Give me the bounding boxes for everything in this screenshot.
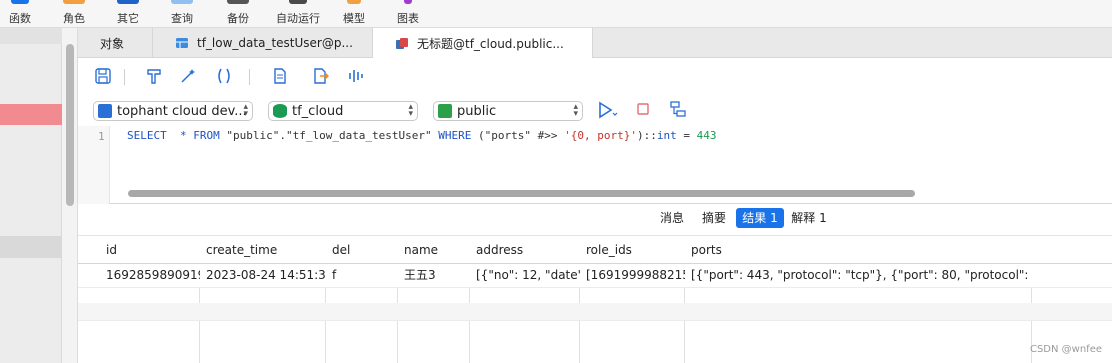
sidebar-scrollbar-thumb[interactable] (66, 44, 74, 206)
sql-identifier: "public"."tf_low_data_testUser" (226, 129, 439, 142)
empty-row (78, 303, 1112, 321)
column-header-create-time[interactable]: create_time (200, 236, 326, 265)
schema-select-value: public (457, 103, 497, 119)
chevron-updown-icon: ▴ ▾ (573, 102, 578, 119)
chart-icon (404, 0, 412, 4)
column-header-ports[interactable]: ports (685, 236, 1032, 265)
sql-string-literal: '{0, port}' (564, 129, 637, 142)
parentheses-icon[interactable] (214, 67, 234, 87)
schema-icon (438, 104, 452, 118)
editor-horizontal-scrollbar[interactable] (128, 190, 915, 197)
other-icon (117, 0, 139, 4)
function-icon (11, 0, 29, 4)
tab-result-1[interactable]: 结果 1 (736, 208, 784, 228)
toolbar-automation-button[interactable]: 自动运行 (270, 0, 326, 28)
table-icon (175, 36, 189, 50)
query-icon (395, 37, 409, 51)
toolbar-other-button[interactable]: 其它 (106, 0, 150, 28)
tab-explain-1[interactable]: 解释 1 (786, 208, 832, 228)
cell-del[interactable]: f (326, 264, 398, 287)
explain-chart-icon[interactable] (346, 67, 366, 87)
watermark: CSDN @wnfee (1029, 344, 1102, 355)
database-select-value: tf_cloud (292, 103, 344, 119)
editor-gutter: 1 (78, 126, 110, 204)
query-toolbar (78, 58, 1112, 96)
format-icon[interactable] (144, 67, 164, 87)
result-grid: id create_time del name address role_ids… (78, 235, 1112, 363)
editor-tab-bar: 对象 tf_low_data_testUser@p... 无标题@tf_clou… (78, 28, 1112, 59)
sidebar-row[interactable] (0, 236, 62, 258)
export-icon[interactable] (310, 67, 330, 87)
document-icon[interactable] (270, 67, 290, 87)
explain-plan-icon[interactable] (668, 100, 688, 120)
cell-role-ids[interactable]: [1691999988215] (580, 264, 685, 287)
automation-icon (289, 0, 307, 4)
tab-untitled-query[interactable]: 无标题@tf_cloud.public... (373, 28, 593, 59)
toolbar-roles-button[interactable]: 角色 (52, 0, 96, 28)
beautify-wand-icon[interactable] (178, 67, 198, 87)
role-icon (63, 0, 85, 4)
connection-selector-row: tophant cloud dev... ▴ ▾ tf_cloud ▴ ▾ publ… (78, 96, 1112, 126)
main-toolbar: 函数 角色 其它 查询 备份 自动运行 模型 图表 (0, 0, 1112, 28)
column-header-id[interactable]: id (100, 236, 200, 265)
cell-create-time[interactable]: 2023-08-24 14:51:30 (200, 264, 326, 287)
backup-icon (227, 0, 249, 4)
toolbar-divider (124, 69, 125, 85)
table-row[interactable]: 1692859890919 2023-08-24 14:51:30 f 王五3 … (78, 264, 1112, 288)
sql-code-line[interactable]: SELECT * FROM "public"."tf_low_data_test… (127, 129, 716, 142)
column-header-name[interactable]: name (398, 236, 470, 265)
sql-keyword: WHERE (438, 129, 472, 142)
schema-select[interactable]: public ▴ ▾ (433, 101, 583, 121)
sidebar-scrollbar[interactable] (62, 28, 78, 363)
postgres-icon (98, 104, 112, 118)
stop-icon[interactable] (633, 100, 653, 120)
tab-label: 无标题@tf_cloud.public... (417, 37, 564, 51)
tab-objects[interactable]: 对象 (78, 28, 153, 58)
tab-table-data[interactable]: tf_low_data_testUser@p... (153, 28, 373, 58)
toolbar-query-button[interactable]: 查询 (160, 0, 204, 28)
sql-operator: ):: (636, 129, 657, 142)
database-icon (273, 104, 287, 118)
toolbar-chart-button[interactable]: 图表 (388, 0, 428, 28)
sql-number: 443 (696, 129, 717, 142)
tab-label: 对象 (100, 36, 125, 51)
chevron-updown-icon: ▴ ▾ (243, 102, 248, 119)
tab-label: tf_low_data_testUser@p... (197, 36, 353, 50)
connection-select[interactable]: tophant cloud dev... ▴ ▾ (93, 101, 253, 121)
sql-operator: = (676, 129, 697, 142)
sql-keyword: * FROM (166, 129, 227, 142)
sql-editor[interactable]: 1 SELECT * FROM "public"."tf_low_data_te… (78, 126, 1112, 204)
tab-summary[interactable]: 摘要 (694, 208, 734, 228)
result-tab-bar: 消息 摘要 结果 1 解释 1 (78, 204, 1112, 234)
toolbar-divider (249, 69, 250, 85)
model-icon (347, 0, 361, 4)
toolbar-functions-button[interactable]: 函数 (0, 0, 40, 28)
column-header-del[interactable]: del (326, 236, 398, 265)
database-select[interactable]: tf_cloud ▴ ▾ (268, 101, 418, 121)
column-header-role-ids[interactable]: role_ids (580, 236, 685, 265)
sidebar-selected-row[interactable] (0, 104, 62, 125)
toolbar-backup-button[interactable]: 备份 (216, 0, 260, 28)
sql-expression: ("ports" #>> (471, 129, 565, 142)
grid-header-row: id create_time del name address role_ids… (78, 235, 1112, 264)
query-icon (171, 0, 193, 4)
tab-messages[interactable]: 消息 (652, 208, 692, 228)
connection-select-value: tophant cloud dev... (117, 103, 247, 119)
navigation-sidebar (0, 28, 62, 363)
toolbar-model-button[interactable]: 模型 (334, 0, 374, 28)
run-icon[interactable] (596, 100, 618, 120)
column-header-address[interactable]: address (470, 236, 580, 265)
cell-ports[interactable]: [{"port": 443, "protocol": "tcp"}, {"por… (685, 264, 1032, 287)
line-number: 1 (98, 130, 105, 143)
cell-address[interactable]: [{"no": 12, "date": (470, 264, 580, 287)
chevron-updown-icon: ▴ ▾ (408, 102, 413, 119)
cell-name[interactable]: 王五3 (398, 264, 470, 287)
sidebar-row[interactable] (0, 28, 62, 44)
save-icon[interactable] (93, 67, 113, 87)
sql-keyword: int (656, 129, 677, 142)
sql-keyword: SELECT (127, 129, 167, 142)
cell-id[interactable]: 1692859890919 (100, 264, 200, 287)
